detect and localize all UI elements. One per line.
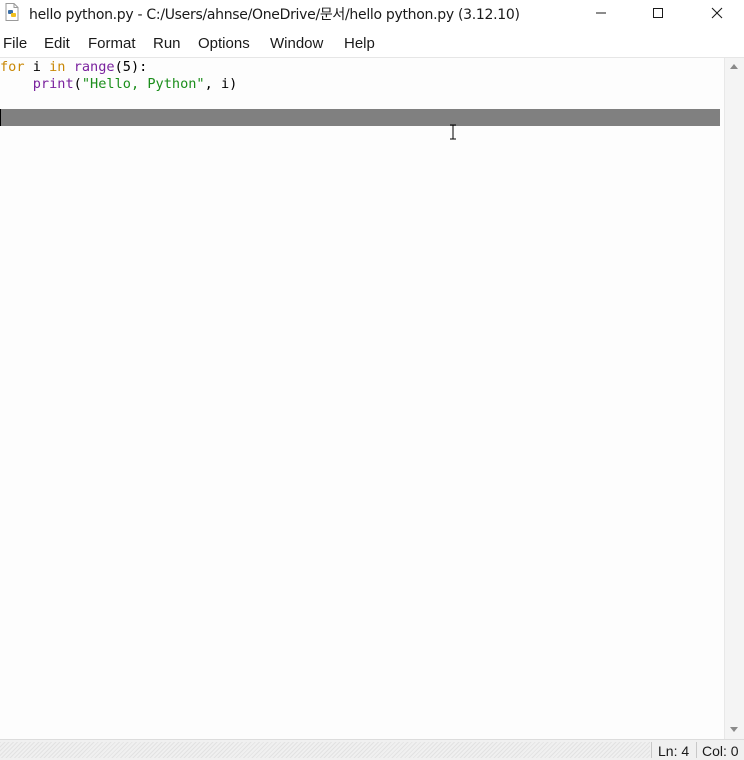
text-caret [0, 109, 1, 126]
menu-window[interactable]: Window [270, 35, 323, 52]
status-bar-pattern [0, 742, 650, 758]
status-separator [696, 742, 697, 758]
code-line-2: print("Hello, Python", i) [0, 76, 238, 93]
code-text: ( [73, 76, 82, 92]
close-button[interactable] [694, 0, 740, 26]
code-editor[interactable]: for i in range(5): print("Hello, Python"… [0, 58, 724, 739]
minimize-button[interactable] [578, 0, 624, 26]
python-file-icon[interactable] [4, 3, 20, 21]
code-text: , i) [204, 76, 238, 92]
idle-editor-window: hello python.py - C:/Users/ahnse/OneDriv… [0, 0, 744, 760]
string-literal: "Hello, Python" [81, 76, 205, 92]
status-line-number: Ln: 4 [658, 743, 690, 759]
current-line-highlight [0, 109, 720, 126]
keyword-in: in [49, 59, 66, 75]
menu-edit[interactable]: Edit [44, 35, 70, 52]
scroll-down-arrow-icon[interactable] [730, 727, 738, 732]
menu-format[interactable]: Format [88, 35, 136, 52]
status-separator [651, 742, 652, 758]
menu-help[interactable]: Help [344, 35, 375, 52]
menu-bar: File Edit Format Run Options Window Help [0, 32, 744, 55]
status-bar: Ln: 4 Col: 0 [0, 739, 744, 760]
title-bar[interactable]: hello python.py - C:/Users/ahnse/OneDriv… [0, 0, 744, 26]
code-line-1: for i in range(5): [0, 59, 147, 76]
menu-run[interactable]: Run [153, 35, 181, 52]
menu-file[interactable]: File [3, 35, 27, 52]
maximize-button[interactable] [635, 0, 681, 26]
vertical-scrollbar[interactable] [724, 58, 744, 739]
ibeam-cursor-icon [449, 124, 457, 140]
menu-options[interactable]: Options [198, 35, 250, 52]
keyword-for: for [0, 59, 25, 75]
window-title: hello python.py - C:/Users/ahnse/OneDriv… [29, 7, 520, 23]
status-column-number: Col: 0 [702, 743, 739, 759]
builtin-range: range [73, 59, 115, 75]
code-text: (5): [114, 59, 148, 75]
code-text: i [24, 59, 50, 75]
builtin-print: print [32, 76, 74, 92]
scroll-up-arrow-icon[interactable] [730, 64, 738, 69]
